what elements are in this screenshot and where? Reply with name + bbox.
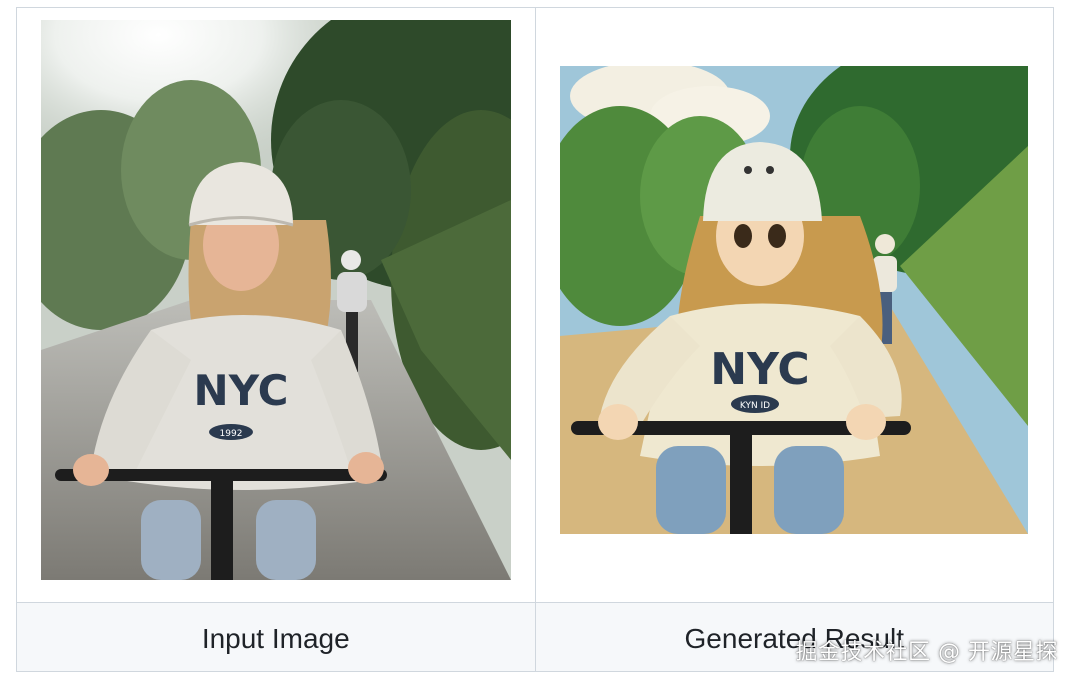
comparison-frame: NYC 1992 NYC KYN ID Input Image Generate…	[16, 7, 1054, 672]
input-caption-cell: Input Image	[16, 602, 536, 672]
generated-illustration-graphic: NYC KYN ID	[559, 66, 1028, 534]
input-image-cell: NYC 1992	[16, 7, 536, 603]
sweater-print: NYC	[194, 366, 289, 415]
input-photo-graphic: NYC 1992	[41, 20, 511, 580]
input-caption: Input Image	[201, 623, 350, 654]
comparison-table: NYC 1992 NYC KYN ID Input Image Generate…	[16, 7, 1054, 672]
sweater-badge: 1992	[220, 429, 243, 439]
sweater-print-anime: NYC	[710, 344, 809, 395]
sweater-badge-anime: KYN ID	[739, 401, 769, 411]
watermark: 掘金技术社区 @ 开源星探	[795, 640, 1058, 665]
input-image: NYC 1992	[41, 20, 511, 580]
generated-image: NYC KYN ID	[559, 66, 1028, 534]
image-row: NYC 1992 NYC KYN ID	[16, 7, 1054, 603]
generated-image-cell: NYC KYN ID	[534, 7, 1054, 603]
